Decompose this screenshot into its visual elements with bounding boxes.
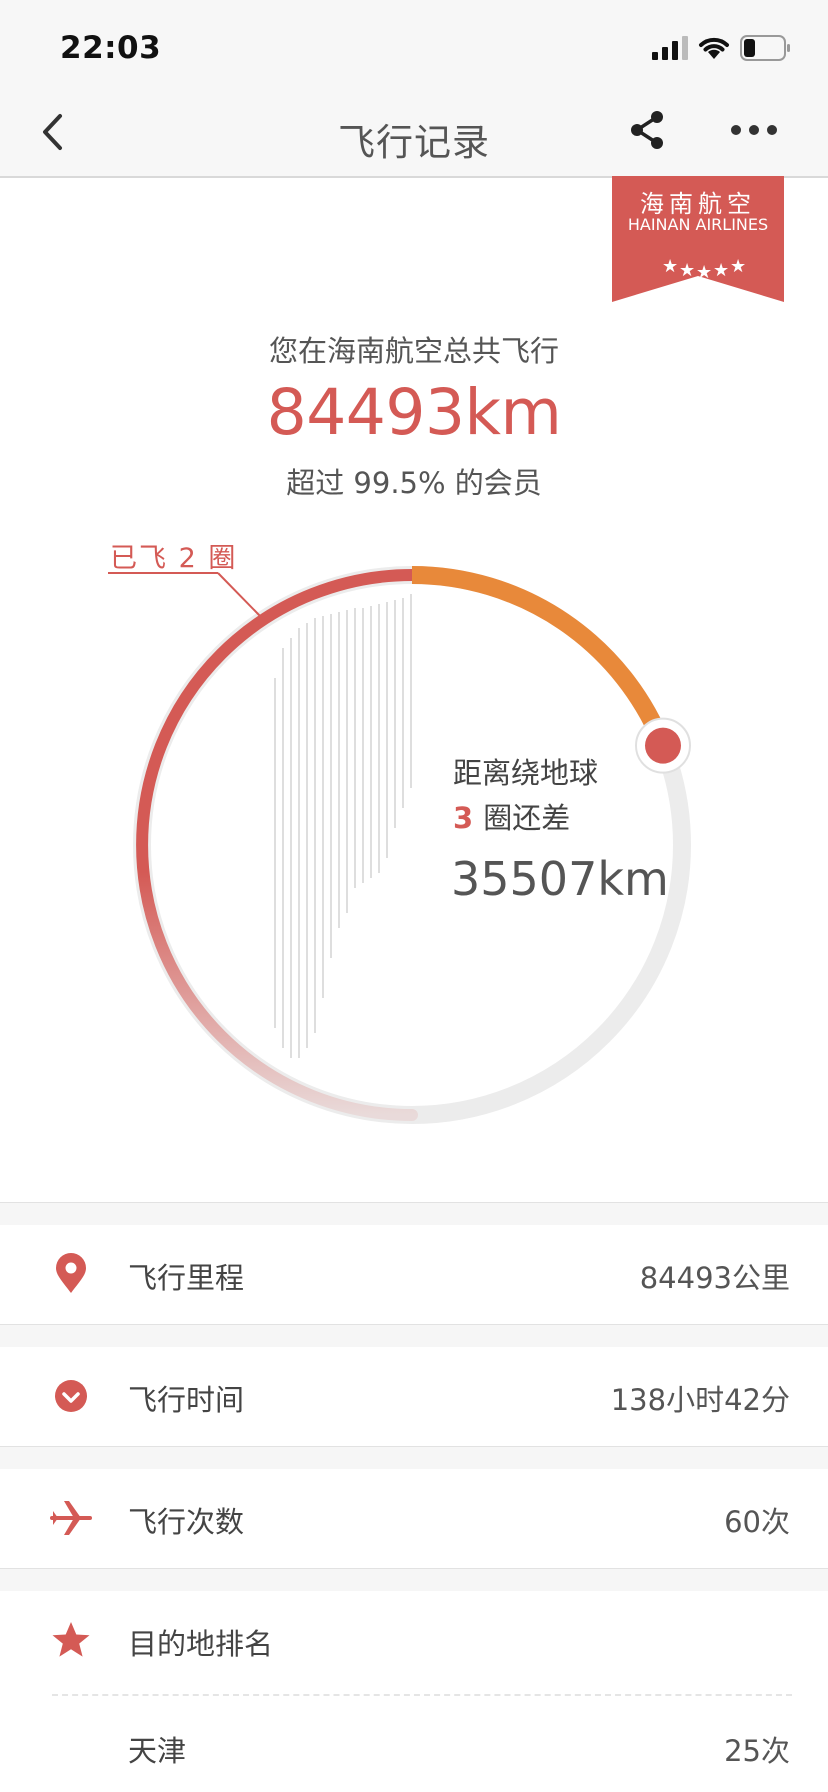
more-icon[interactable] (730, 122, 778, 138)
summary-label: 您在海南航空总共飞行 (268, 334, 559, 368)
total-distance: 84493km (266, 376, 562, 449)
stat-label: 飞行次数 (128, 1505, 245, 1539)
world-map-lines (274, 594, 412, 1058)
status-bar: 22:03 (0, 0, 828, 88)
svg-text:★: ★ (662, 256, 678, 277)
svg-text:★: ★ (730, 256, 746, 277)
dashed-divider (52, 1694, 792, 1696)
airplane-icon (50, 1501, 92, 1535)
globe-progress (108, 566, 691, 1124)
svg-text:★: ★ (696, 262, 712, 283)
stat-value: 60次 (724, 1505, 790, 1539)
stat-label: 飞行里程 (128, 1261, 245, 1295)
ranking-count: 25次 (724, 1734, 790, 1768)
stat-row-flight-time[interactable]: 飞行时间 138小时42分 (0, 1347, 828, 1445)
stat-row-flight-count[interactable]: 飞行次数 60次 (0, 1469, 828, 1567)
battery-icon (740, 35, 790, 61)
location-pin-icon (56, 1253, 86, 1293)
svg-text:★: ★ (679, 260, 695, 281)
clock-icon (55, 1380, 87, 1412)
star-icon (52, 1622, 90, 1657)
status-time: 22:03 (60, 30, 162, 66)
laps-leader-line-diag (217, 572, 261, 617)
section-gap (0, 1202, 828, 1226)
stat-label: 飞行时间 (128, 1383, 245, 1417)
stat-row-mileage[interactable]: 飞行里程 84493公里 (0, 1225, 828, 1323)
remaining-distance: 35507km (451, 852, 669, 906)
laps-flown-label: 已飞 2 圈 (110, 543, 238, 574)
section-gap (0, 1324, 828, 1348)
progress-knob-dot (645, 727, 681, 764)
ranking-city: 天津 (128, 1734, 187, 1768)
badge-airline-cn: 海南航空 (640, 190, 756, 218)
stat-value: 138小时42分 (610, 1383, 790, 1417)
ranking-item[interactable]: 天津 25次 (0, 1698, 828, 1792)
wifi-icon (699, 37, 729, 59)
remain-laps-suffix: 圈还差 (483, 801, 571, 835)
svg-text:★: ★ (713, 260, 729, 281)
share-icon[interactable] (627, 108, 667, 152)
cellular-signal-icon (652, 36, 688, 60)
stat-value: 84493公里 (639, 1261, 790, 1295)
section-gap (0, 1568, 828, 1592)
page-title: 飞行记录 (338, 121, 490, 164)
member-percentile: 超过 99.5% 的会员 (286, 466, 542, 500)
ranking-title: 目的地排名 (128, 1627, 274, 1661)
remain-text-line1: 距离绕地球 (453, 756, 599, 790)
nav-bar: 飞行记录 (0, 88, 828, 178)
ranking-header-row: 目的地排名 (0, 1591, 828, 1689)
badge-airline-en: HAINAN AIRLINES (627, 215, 769, 234)
remain-text-line2: 3 圈还差 (453, 795, 570, 837)
progress-arc (411, 566, 672, 749)
remain-laps: 3 (453, 801, 474, 835)
section-gap (0, 1446, 828, 1470)
